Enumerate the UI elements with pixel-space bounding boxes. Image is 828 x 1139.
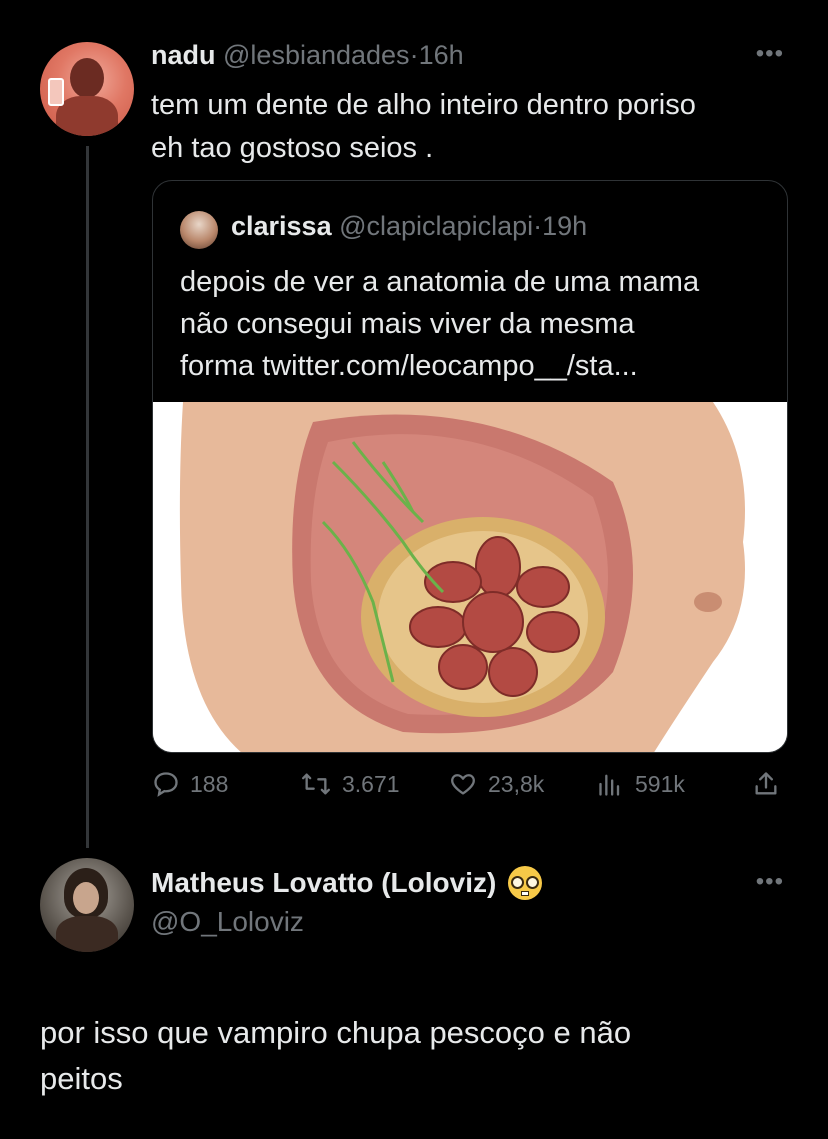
retweet-count: 3.671	[342, 770, 400, 797]
quoted-time: 19h	[542, 211, 588, 241]
like-button[interactable]: 23,8k	[448, 770, 544, 798]
avatar-head	[70, 58, 104, 98]
quoted-text-line: não consegui mais viver da mesma	[180, 308, 635, 340]
avatar-face	[73, 882, 99, 914]
quoted-handle: @clapiclapiclapi	[339, 211, 534, 241]
separator-dot: ·	[533, 211, 543, 241]
avatar-body	[56, 96, 118, 136]
tweet1-display-name[interactable]: nadu	[151, 40, 216, 70]
nerd-face-emoji-icon	[508, 866, 543, 900]
avatar-matheus[interactable]	[40, 858, 134, 952]
quoted-text-line: depois de ver a anatomia de uma mama	[180, 266, 700, 298]
quoted-header: clarissa @clapiclapiclapi·19h	[231, 211, 587, 242]
tweet2-text-line: por isso que vampiro chupa pescoço e não	[40, 1015, 632, 1050]
quoted-text-line: forma twitter.com/leocampo__/sta...	[180, 350, 638, 382]
tweet1-text-line: tem um dente de alho inteiro dentro pori…	[151, 89, 696, 121]
heart-icon	[451, 774, 475, 795]
more-icon[interactable]: •••	[756, 40, 784, 68]
anatomy-illustration	[153, 402, 787, 752]
views-icon	[599, 774, 620, 796]
more-icon[interactable]: •••	[756, 868, 784, 896]
tweet2-handle[interactable]: @O_Loloviz	[151, 906, 304, 938]
tweet1-handle[interactable]: @lesbiandades	[223, 40, 410, 70]
tweet-actions: 188 3.671 23,8k 591k	[152, 770, 792, 810]
tweet2-name-row: Matheus Lovatto (Loloviz)	[151, 866, 543, 900]
quoted-text: depois de ver a anatomia de uma mama não…	[180, 261, 770, 387]
share-icon	[755, 772, 777, 795]
tweet1-text: tem um dente de alho inteiro dentro pori…	[151, 84, 791, 170]
views-count: 591k	[635, 770, 685, 797]
quoted-media-image[interactable]	[153, 402, 787, 752]
thread-line	[86, 146, 89, 848]
tweet2-text-line: peitos	[40, 1061, 123, 1096]
retweet-button[interactable]: 3.671	[300, 770, 400, 798]
reply-count: 188	[190, 770, 229, 797]
tweet2-text: por isso que vampiro chupa pescoço e não…	[40, 1010, 780, 1102]
reply-button[interactable]: 188	[152, 770, 228, 798]
like-count: 23,8k	[488, 770, 545, 797]
phone-icon	[48, 78, 64, 106]
tweet1-text-line: eh tao gostoso seios .	[151, 132, 434, 164]
reply-icon	[154, 772, 178, 797]
views-button[interactable]: 591k	[597, 770, 685, 798]
tweet1-header: nadu @lesbiandades·16h	[151, 40, 464, 71]
avatar-nadu[interactable]	[40, 42, 134, 136]
avatar-clarissa[interactable]	[180, 211, 218, 249]
avatar-torso	[56, 916, 118, 952]
quoted-tweet[interactable]: clarissa @clapiclapiclapi·19h depois de …	[152, 180, 788, 753]
tweet1-time[interactable]: 16h	[419, 40, 464, 70]
separator-dot: ·	[409, 40, 419, 70]
retweet-icon	[301, 773, 330, 795]
quoted-display-name: clarissa	[231, 211, 332, 241]
tweet2-display-name[interactable]: Matheus Lovatto (Loloviz)	[151, 867, 496, 899]
share-button[interactable]	[752, 770, 780, 798]
